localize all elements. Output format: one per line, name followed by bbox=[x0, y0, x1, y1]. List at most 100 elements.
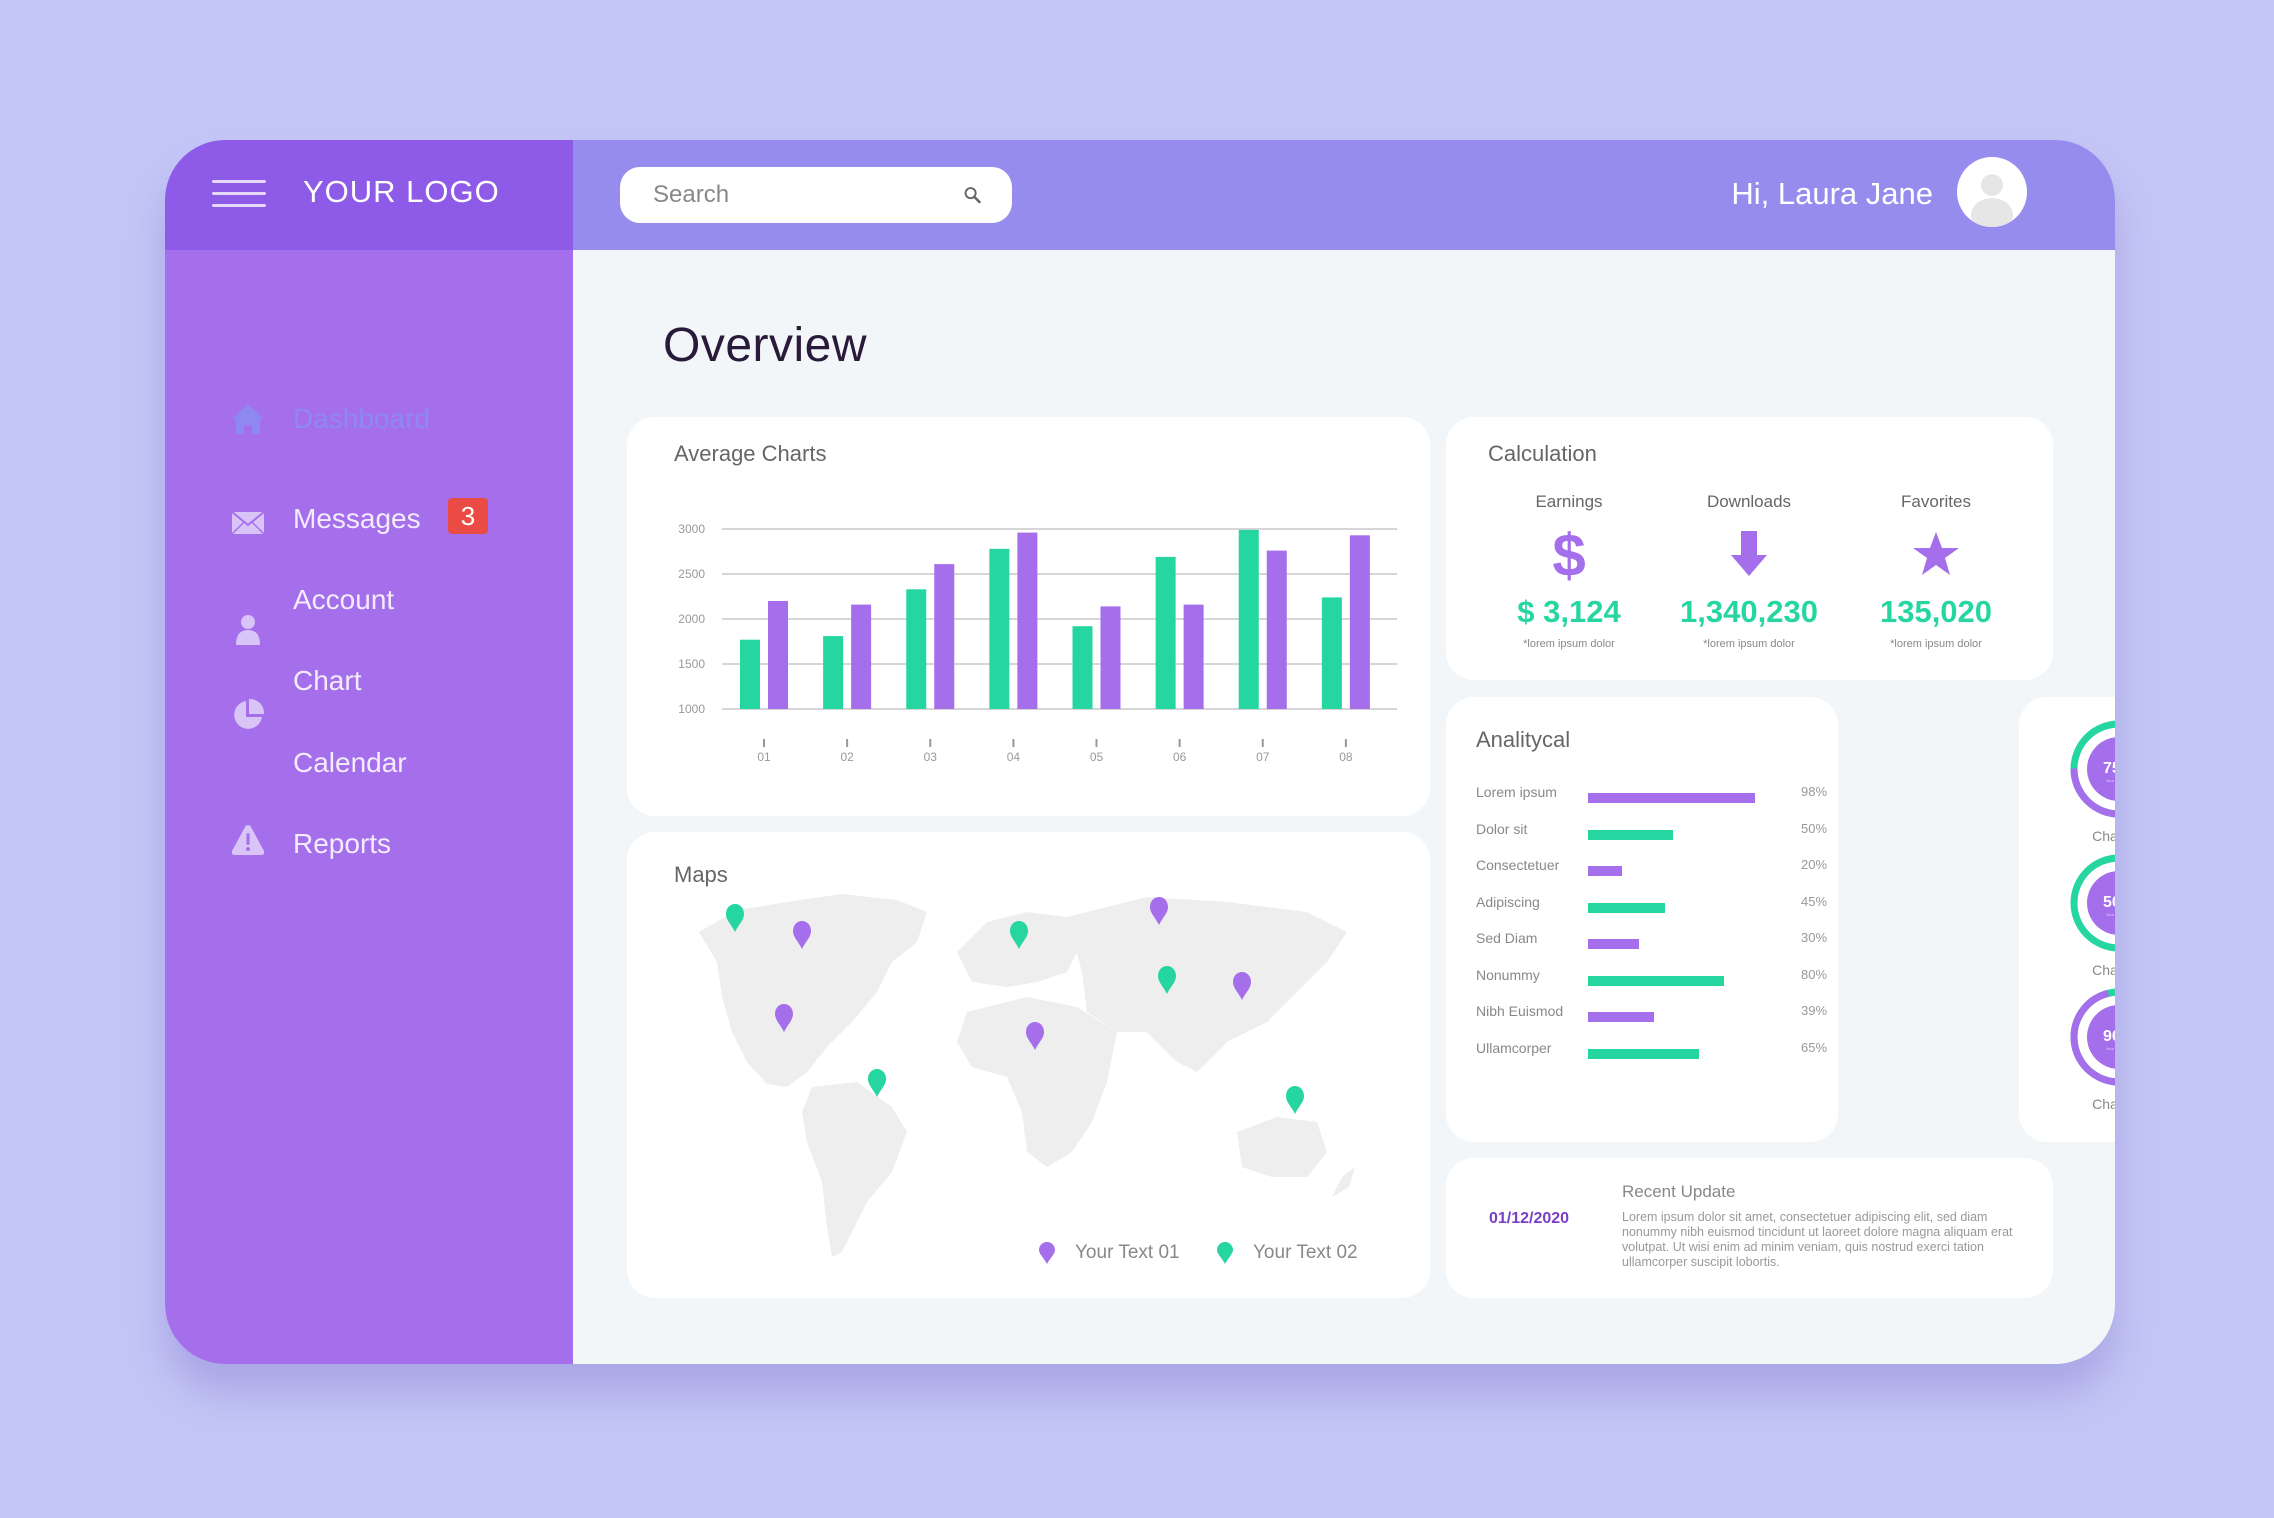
sidebar-item-label: Reports bbox=[293, 828, 392, 859]
legend-label: Your Text 02 bbox=[1253, 1242, 1358, 1263]
sidebar: Dashboard Messages 3 Account Chart Calen… bbox=[165, 250, 573, 1364]
sidebar-item-label: Dashboard bbox=[293, 403, 430, 434]
hamburger-menu-icon[interactable] bbox=[212, 180, 266, 208]
y-tick-label: 1000 bbox=[678, 702, 705, 716]
row-percent: 39% bbox=[1801, 1003, 1828, 1018]
page-title: Overview bbox=[663, 319, 868, 372]
row-label: Nibh Euismod bbox=[1476, 1003, 1564, 1019]
y-tick-label: 2500 bbox=[678, 567, 705, 581]
bar-green-07 bbox=[1238, 529, 1259, 709]
progress-bar bbox=[1588, 793, 1755, 803]
analytics-row: Lorem ipsum 98% bbox=[1476, 784, 1828, 808]
search-input[interactable] bbox=[653, 181, 963, 209]
bar-green-04 bbox=[989, 548, 1010, 709]
donut-svg: 50%Your Text Here bbox=[2070, 854, 2115, 952]
update-date: 01/12/2020 bbox=[1489, 1210, 1570, 1227]
progress-track bbox=[1588, 866, 1758, 876]
update-title: Recent Update bbox=[1622, 1182, 1736, 1201]
progress-bar bbox=[1588, 866, 1622, 876]
sidebar-item-dashboard[interactable]: Dashboard bbox=[165, 403, 573, 453]
analytics-row: Consectetuer 20% bbox=[1476, 857, 1827, 881]
sidebar-item-account[interactable]: Account bbox=[165, 584, 573, 645]
row-label: Nonummy bbox=[1476, 966, 1540, 983]
analytics-row: Nibh Euismod 39% bbox=[1476, 1003, 1828, 1027]
bar-green-08 bbox=[1321, 597, 1342, 709]
sidebar-item-chart[interactable]: Chart bbox=[165, 665, 573, 729]
progress-bar bbox=[1588, 829, 1673, 840]
bar-purple-01 bbox=[768, 601, 788, 709]
x-tick-label: 02 bbox=[840, 750, 854, 764]
sidebar-item-calendar[interactable]: Calendar bbox=[165, 747, 573, 797]
row-percent: 45% bbox=[1801, 893, 1828, 909]
y-tick-label: 1500 bbox=[678, 657, 705, 671]
sidebar-item-label: Messages bbox=[293, 503, 421, 534]
main-content: Overview Average Charts 1000 1500 2000 2500… bbox=[573, 250, 2115, 1364]
legend-label: Your Text 01 bbox=[1075, 1242, 1180, 1263]
row-percent: 80% bbox=[1801, 966, 1828, 982]
dashboard-window: YOUR LOGO Hi, Laura Jane Dashboard bbox=[165, 140, 2115, 1364]
star-icon bbox=[1913, 532, 1959, 575]
earnings-stat: Earnings $ $ 3,124 *lorem ipsum dolor bbox=[1479, 492, 1659, 650]
x-tick-label: 06 bbox=[1173, 750, 1187, 764]
bar-green-01 bbox=[740, 639, 760, 709]
row-label: Consectetuer bbox=[1476, 857, 1560, 873]
card-title: Calculation bbox=[1488, 441, 1597, 466]
favorites-stat: Favorites 135,020 *lorem ipsum dolor bbox=[1846, 492, 2026, 650]
green-pin-icon bbox=[1217, 1242, 1233, 1264]
stat-note: *lorem ipsum dolor bbox=[1703, 638, 1795, 650]
row-percent: 50% bbox=[1801, 820, 1828, 836]
y-tick-label: 2000 bbox=[678, 612, 705, 626]
analytics-row: Dolor sit 50% bbox=[1476, 820, 1828, 845]
progress-track bbox=[1588, 793, 1758, 803]
progress-bar bbox=[1588, 902, 1665, 913]
stat-label: Favorites bbox=[1901, 492, 1971, 511]
south-america-shape bbox=[802, 1082, 907, 1257]
svg-text:$: $ bbox=[1552, 524, 1585, 584]
card-title: Analitycal bbox=[1476, 727, 1571, 752]
bar-green-05 bbox=[1072, 626, 1093, 709]
downloads-stat: Downloads 1,340,230 *lorem ipsum dolor bbox=[1659, 492, 1839, 650]
analytics-row: Adipiscing 45% bbox=[1476, 893, 1828, 918]
progress-bar bbox=[1588, 1012, 1655, 1022]
pie-chart-icon bbox=[234, 698, 265, 729]
search-icon[interactable] bbox=[963, 180, 982, 210]
map-pin-australia[interactable] bbox=[1286, 1086, 1304, 1114]
row-label: Dolor sit bbox=[1476, 820, 1528, 837]
progress-track bbox=[1588, 902, 1758, 913]
donut-subtext: Your Text Here bbox=[2106, 912, 2115, 917]
donut-chart-3: 96%Your Text Here Chart 03 bbox=[2069, 987, 2115, 1112]
top-bar: Hi, Laura Jane bbox=[573, 140, 2115, 250]
legend-item-1: Your Text 01 bbox=[1039, 1242, 1180, 1264]
bar-green-06 bbox=[1155, 556, 1176, 709]
analytics-row: Nonummy 80% bbox=[1476, 966, 1828, 991]
sidebar-item-messages[interactable]: Messages 3 bbox=[165, 498, 573, 553]
donut-svg: 75%Your Text Here bbox=[2070, 720, 2115, 818]
new-zealand-shape bbox=[1332, 1167, 1355, 1197]
avatar[interactable] bbox=[1957, 157, 2027, 227]
donut-label: Chart 03 bbox=[2092, 1096, 2115, 1112]
progress-track bbox=[1588, 829, 1758, 840]
sidebar-item-label: Account bbox=[293, 584, 395, 615]
x-tick-label: 04 bbox=[1007, 750, 1021, 764]
bar-green-02 bbox=[823, 636, 844, 709]
donut-chart-2: 50%Your Text Here Chart 02 bbox=[2069, 853, 2115, 978]
row-percent: 98% bbox=[1801, 784, 1828, 799]
envelope-icon bbox=[231, 511, 265, 535]
row-percent: 30% bbox=[1801, 930, 1828, 945]
bar-purple-05 bbox=[1100, 606, 1121, 709]
y-tick-label: 3000 bbox=[678, 522, 705, 536]
donut-subtext: Your Text Here bbox=[2106, 778, 2115, 783]
logo-bar: YOUR LOGO bbox=[165, 140, 573, 250]
user-greeting: Hi, Laura Jane bbox=[1731, 176, 1933, 211]
donut-subtext: Your Text Here bbox=[2106, 1046, 2115, 1051]
continents bbox=[699, 894, 1355, 1257]
sidebar-item-reports[interactable]: Reports bbox=[165, 825, 573, 878]
stat-label: Earnings bbox=[1535, 492, 1603, 511]
sidebar-item-label: Chart bbox=[293, 665, 362, 696]
progress-bar bbox=[1588, 975, 1724, 986]
user-icon bbox=[236, 615, 260, 645]
sidebar-item-label: Calendar bbox=[293, 747, 407, 778]
x-tick-label: 05 bbox=[1090, 750, 1104, 764]
stat-value: 1,340,230 bbox=[1680, 594, 1818, 629]
analytics-row: Ullamcorper 65% bbox=[1476, 1040, 1827, 1064]
